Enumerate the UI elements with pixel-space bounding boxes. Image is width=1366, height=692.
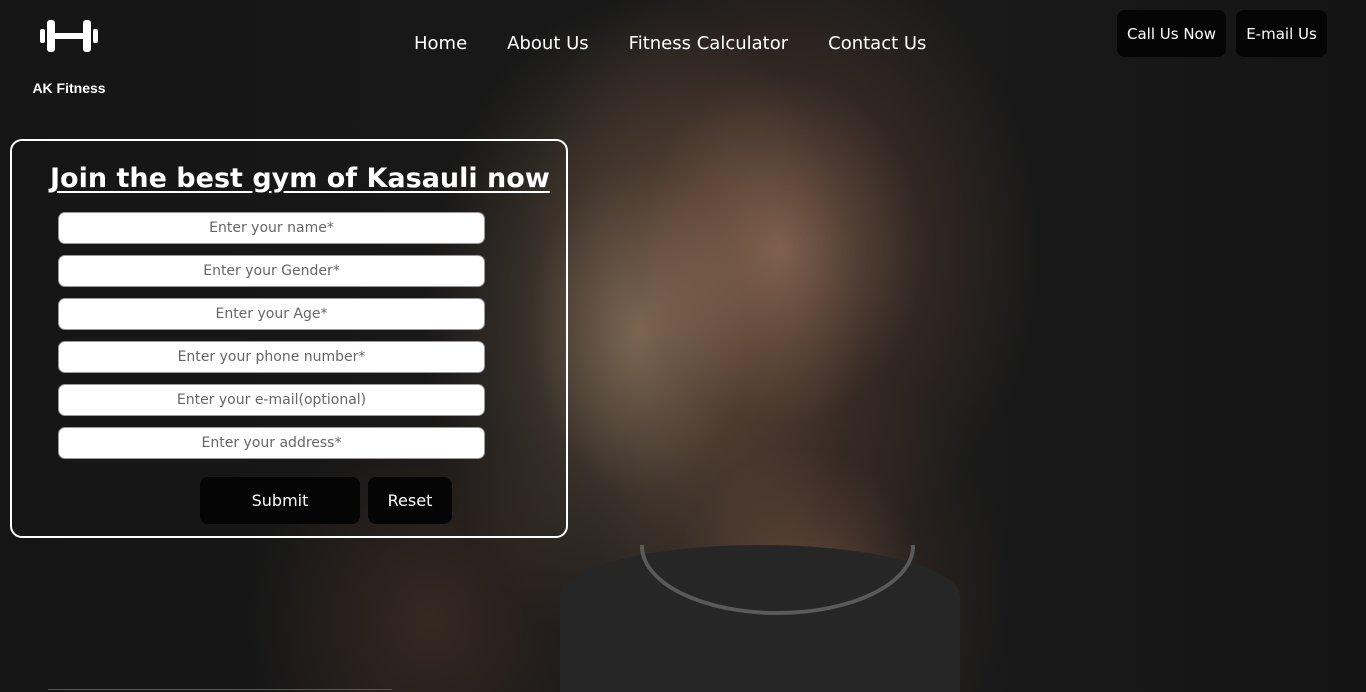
submit-button[interactable]: Submit: [200, 477, 360, 524]
nav-item-about-us[interactable]: About Us: [507, 33, 589, 54]
nav-item-fitness-calculator[interactable]: Fitness Calculator: [629, 33, 788, 54]
bottom-divider: [48, 689, 392, 690]
join-form: Join the best gym of Kasauli now Submit …: [10, 139, 568, 538]
header-buttons: Call Us Now E-mail Us: [1117, 10, 1327, 57]
reset-button[interactable]: Reset: [368, 477, 452, 524]
nav-item-contact-us[interactable]: Contact Us: [828, 33, 926, 54]
name-input[interactable]: [58, 212, 485, 244]
gender-input[interactable]: [58, 255, 485, 287]
brand-logo[interactable]: AK Fitness: [30, 18, 108, 96]
main-nav: Home About Us Fitness Calculator Contact…: [414, 33, 926, 54]
phone-input[interactable]: [58, 341, 485, 373]
address-input[interactable]: [58, 427, 485, 459]
email-input[interactable]: [58, 384, 485, 416]
form-title: Join the best gym of Kasauli now: [50, 163, 550, 194]
email-us-button[interactable]: E-mail Us: [1236, 10, 1327, 57]
dumbbell-icon: [40, 20, 98, 52]
age-input[interactable]: [58, 298, 485, 330]
call-us-button[interactable]: Call Us Now: [1117, 10, 1226, 57]
nav-item-home[interactable]: Home: [414, 33, 467, 54]
brand-name: AK Fitness: [32, 80, 106, 96]
